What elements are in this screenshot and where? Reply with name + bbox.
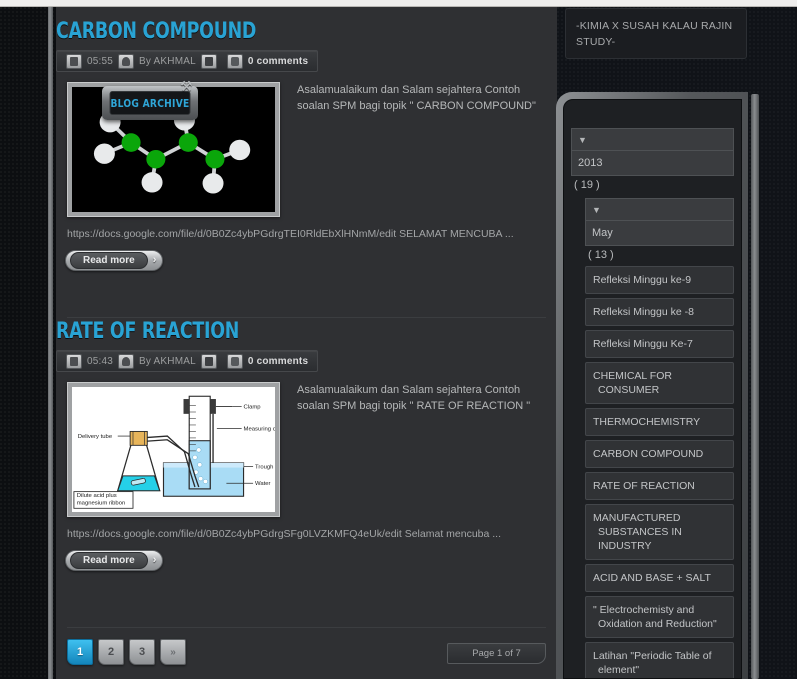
post-thumbnail[interactable]: Clamp Measuring cylinder Delivery tube T…	[67, 381, 280, 517]
post-time: 05:55	[87, 55, 114, 67]
archive-month-count: ( 13 )	[588, 249, 614, 261]
post-carbon-compound: CARBON COMPOUND 05:55 By AKHMAL 0 commen…	[56, 19, 557, 271]
archive-year-toggle[interactable]: ▼	[571, 128, 734, 150]
post-comments[interactable]: 0 comments	[248, 56, 308, 67]
sidebar-panel-frame: ▼ 2013 ( 19 ) ▼ May ( 13 ) Refleksi Ming…	[556, 92, 748, 679]
svg-text:Delivery tube: Delivery tube	[78, 433, 112, 439]
post-excerpt: Asalamualaikum dan Salam sejahtera Conto…	[297, 383, 531, 412]
svg-text:Clamp: Clamp	[244, 404, 261, 410]
archive-year-count: ( 19 )	[574, 179, 600, 191]
post-author[interactable]: By AKHMAL	[139, 56, 196, 67]
post-title[interactable]: CARBON COMPOUND	[56, 19, 497, 44]
next-page-button[interactable]: »	[160, 639, 186, 665]
archive-year-group: ▼ 2013 ( 19 )	[571, 128, 734, 196]
archive-month-toggle[interactable]: ▼	[585, 198, 734, 220]
svg-text:Trough: Trough	[255, 464, 273, 470]
page-indicator: Page 1 of 7	[447, 643, 546, 664]
archive-month-label[interactable]: May	[585, 220, 734, 246]
left-vertical-divider	[48, 7, 53, 679]
clock-icon	[66, 353, 82, 369]
read-more-label: Read more	[70, 251, 148, 269]
page-root: CARBON COMPOUND 05:55 By AKHMAL 0 commen…	[0, 0, 797, 679]
svg-text:Measuring cylinder: Measuring cylinder	[244, 426, 275, 432]
post-author[interactable]: By AKHMAL	[139, 356, 196, 367]
tools-icon[interactable]: ⚒	[180, 78, 193, 95]
archive-post-link[interactable]: Latihan "Periodic Table of element"	[585, 642, 734, 678]
archive-post-link[interactable]: Refleksi Minggu ke-9	[585, 266, 734, 294]
svg-text:Dilute acid plus: Dilute acid plus	[77, 493, 117, 499]
read-more-label: Read more	[70, 551, 148, 569]
archive-post-link[interactable]: CARBON COMPOUND	[585, 440, 734, 468]
archive-post-link[interactable]: Refleksi Minggu ke -8	[585, 298, 734, 326]
comment-icon	[226, 353, 243, 369]
archive-month-group: ▼ May ( 13 ) Refleksi Minggu ke-9 Reflek…	[571, 198, 734, 678]
sidebar-panel: ▼ 2013 ( 19 ) ▼ May ( 13 ) Refleksi Ming…	[556, 84, 759, 679]
comment-icon	[226, 53, 243, 69]
svg-text:Water: Water	[255, 481, 271, 487]
page-button-1[interactable]: 1	[67, 639, 93, 665]
site-tagline: -KIMIA X SUSAH KALAU RAJIN STUDY-	[565, 8, 747, 59]
archive-post-link[interactable]: CHEMICAL FOR CONSUMER	[585, 362, 734, 404]
user-icon	[118, 53, 135, 69]
archive-post-link[interactable]: RATE OF REACTION	[585, 472, 734, 500]
archive-post-link[interactable]: MANUFACTURED SUBSTANCES IN INDUSTRY	[585, 504, 734, 560]
save-icon[interactable]	[200, 53, 217, 69]
sidebar-panel-inner: ▼ 2013 ( 19 ) ▼ May ( 13 ) Refleksi Ming…	[563, 99, 742, 679]
post-title[interactable]: RATE OF REACTION	[56, 319, 497, 344]
post-link[interactable]: https://docs.google.com/file/d/0B0Zc4ybP…	[56, 228, 557, 240]
archive-year-label[interactable]: 2013	[571, 150, 734, 176]
post-comments[interactable]: 0 comments	[248, 356, 308, 367]
archive-post-link[interactable]: Refleksi Minggu Ke-7	[585, 330, 734, 358]
post-time: 05:43	[87, 355, 114, 367]
browser-top-strip	[0, 0, 797, 7]
post-link[interactable]: https://docs.google.com/file/d/0B0Zc4ybP…	[56, 528, 557, 540]
post-rate-of-reaction: RATE OF REACTION 05:43 By AKHMAL 0 comme…	[56, 319, 557, 571]
archive-post-link[interactable]: " Electrochemisty and Oxidation and Redu…	[585, 596, 734, 638]
post-meta-bar: 05:55 By AKHMAL 0 comments	[56, 50, 319, 72]
chevron-right-icon: ›	[152, 254, 157, 266]
archive-post-link[interactable]: ACID AND BASE + SALT	[585, 564, 734, 592]
page-button-3[interactable]: 3	[129, 639, 155, 665]
pagination: 1 2 3 »	[67, 639, 186, 665]
panel-right-rail	[751, 94, 759, 679]
read-more-button[interactable]: Read more ›	[65, 549, 164, 571]
pager-divider	[67, 627, 546, 628]
gas-collection-apparatus-image: Clamp Measuring cylinder Delivery tube T…	[72, 386, 275, 512]
page-button-2[interactable]: 2	[98, 639, 124, 665]
sidebar-title: BLOG ARCHIVE	[109, 91, 191, 115]
post-divider	[67, 317, 546, 318]
post-meta-bar: 05:43 By AKHMAL 0 comments	[56, 350, 319, 372]
svg-text:magnesium ribbon: magnesium ribbon	[77, 500, 126, 506]
user-icon	[118, 353, 135, 369]
post-excerpt: Asalamualaikum dan Salam sejahtera Conto…	[297, 83, 536, 112]
read-more-button[interactable]: Read more ›	[65, 249, 164, 271]
chevron-right-icon: ›	[152, 554, 157, 566]
clock-icon	[66, 53, 82, 69]
archive-post-link[interactable]: THERMOCHEMISTRY	[585, 408, 734, 436]
save-icon[interactable]	[200, 353, 217, 369]
post-body: Clamp Measuring cylinder Delivery tube T…	[56, 381, 557, 522]
